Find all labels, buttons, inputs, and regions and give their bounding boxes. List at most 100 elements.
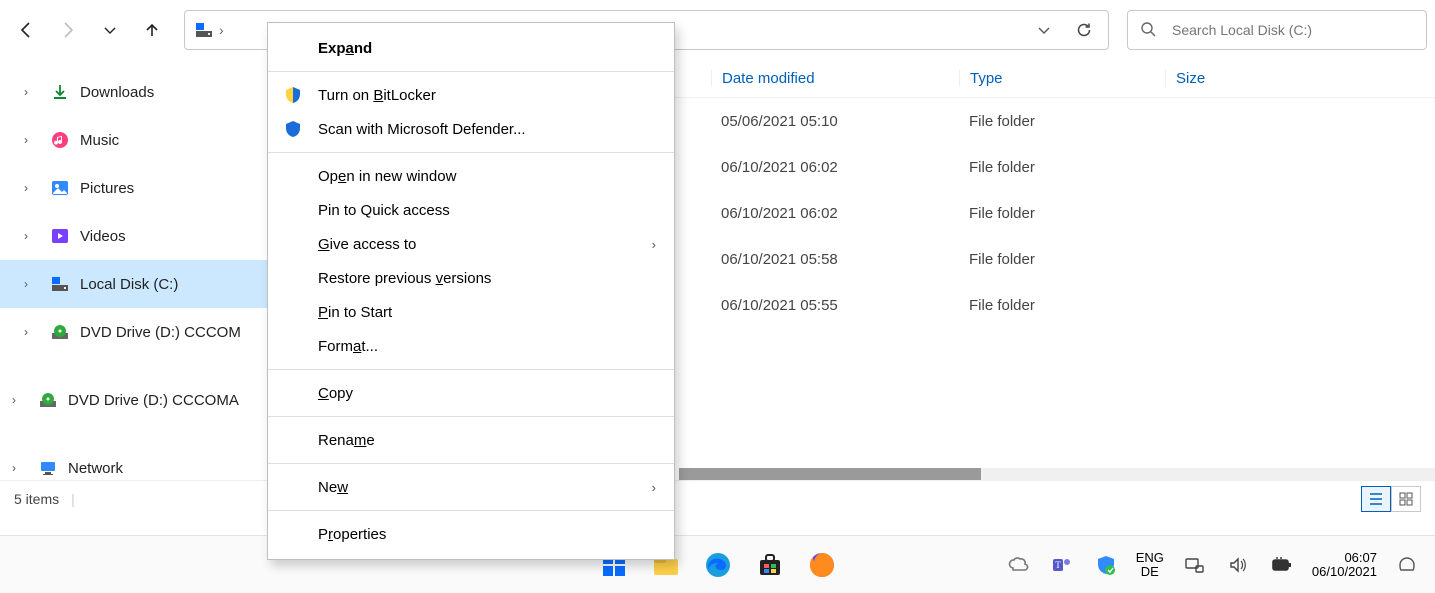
notifications-tray-icon[interactable] xyxy=(1393,551,1421,579)
ctx-defender[interactable]: Scan with Microsoft Defender... xyxy=(268,112,674,146)
search-box[interactable] xyxy=(1127,10,1427,50)
column-header-label: Size xyxy=(1176,70,1205,87)
ctx-format[interactable]: Format... xyxy=(268,329,674,363)
sidebar-item-music[interactable]: › Music xyxy=(0,116,270,164)
drive-icon xyxy=(50,275,70,293)
sidebar-item-label: DVD Drive (D:) CCCOM xyxy=(80,324,241,341)
chevron-right-icon: › xyxy=(24,277,40,291)
up-button[interactable] xyxy=(134,12,170,48)
pictures-icon xyxy=(50,179,70,197)
cell-type: File folder xyxy=(959,113,1165,130)
ctx-give-access-to[interactable]: Give access to › xyxy=(268,227,674,261)
sidebar-item-label: Network xyxy=(68,460,123,477)
search-input[interactable] xyxy=(1170,21,1414,39)
cell-type: File folder xyxy=(959,251,1165,268)
language-indicator[interactable]: ENG DE xyxy=(1136,551,1164,578)
videos-icon xyxy=(50,227,70,245)
cell-date: 05/06/2021 05:10 xyxy=(711,113,959,130)
ctx-label: Restore previous versions xyxy=(318,270,491,287)
sidebar-item-dvd-drive-root[interactable]: › DVD Drive (D:) CCCOMA xyxy=(0,376,270,424)
ctx-label: Open in new window xyxy=(318,168,456,185)
chevron-right-icon: › xyxy=(24,133,40,147)
cell-date: 06/10/2021 05:55 xyxy=(711,297,959,314)
column-header-type[interactable]: Type xyxy=(959,70,1165,87)
ctx-label: Pin to Start xyxy=(318,304,392,321)
chevron-right-icon: › xyxy=(24,229,40,243)
horizontal-scrollbar[interactable] xyxy=(679,468,1435,480)
ctx-pin-to-start[interactable]: Pin to Start xyxy=(268,295,674,329)
chevron-right-icon: › xyxy=(12,461,28,475)
column-header-label: Type xyxy=(970,70,1003,87)
cell-type: File folder xyxy=(959,159,1165,176)
sidebar-item-videos[interactable]: › Videos xyxy=(0,212,270,260)
ctx-expand[interactable]: Expand xyxy=(268,31,674,65)
ctx-bitlocker[interactable]: Turn on BitLocker xyxy=(268,78,674,112)
store-app[interactable] xyxy=(756,551,784,579)
breadcrumb-sep-icon: › xyxy=(219,22,224,38)
firefox-app[interactable] xyxy=(808,551,836,579)
ctx-label: Turn on BitLocker xyxy=(318,87,436,104)
sidebar-item-network[interactable]: › Network xyxy=(0,444,270,492)
submenu-chevron-icon: › xyxy=(652,480,656,495)
details-view-button[interactable] xyxy=(1361,486,1391,512)
sidebar-item-pictures[interactable]: › Pictures xyxy=(0,164,270,212)
bitlocker-icon xyxy=(282,86,304,104)
ctx-label: Give access to xyxy=(318,236,416,253)
clock-time: 06:07 xyxy=(1312,551,1377,565)
ctx-copy[interactable]: Copy xyxy=(268,376,674,410)
sidebar-item-label: Music xyxy=(80,132,119,149)
onedrive-tray-icon[interactable] xyxy=(1004,551,1032,579)
cell-date: 06/10/2021 06:02 xyxy=(711,205,959,222)
ctx-restore-versions[interactable]: Restore previous versions xyxy=(268,261,674,295)
sidebar-item-downloads[interactable]: › Downloads xyxy=(0,68,270,116)
nav-tree: › Downloads › Music › Pictures › Vid xyxy=(0,60,270,480)
chevron-right-icon: › xyxy=(24,325,40,339)
cell-type: File folder xyxy=(959,297,1165,314)
column-header-size[interactable]: Size xyxy=(1165,70,1435,87)
sidebar-item-label: Downloads xyxy=(80,84,154,101)
svg-text:T: T xyxy=(1055,560,1061,570)
column-header-label: Date modified xyxy=(722,70,815,87)
network-tray-icon[interactable] xyxy=(1180,551,1208,579)
sidebar-spacer xyxy=(0,356,270,376)
ctx-label: Properties xyxy=(318,526,386,543)
ctx-label: Expand xyxy=(318,40,372,57)
teams-tray-icon[interactable]: T xyxy=(1048,551,1076,579)
ctx-separator xyxy=(268,416,674,417)
submenu-chevron-icon: › xyxy=(652,237,656,252)
column-header-date[interactable]: Date modified xyxy=(711,70,959,87)
sidebar-item-label: DVD Drive (D:) CCCOMA xyxy=(68,392,239,409)
ctx-label: New xyxy=(318,479,348,496)
recent-locations-button[interactable] xyxy=(92,12,128,48)
sidebar-item-label: Local Disk (C:) xyxy=(80,276,178,293)
ctx-pin-quick-access[interactable]: Pin to Quick access xyxy=(268,193,674,227)
ctx-rename[interactable]: Rename xyxy=(268,423,674,457)
scrollbar-thumb[interactable] xyxy=(679,468,981,480)
ctx-label: Rename xyxy=(318,432,375,449)
clock[interactable]: 06:07 06/10/2021 xyxy=(1312,551,1377,578)
sidebar-spacer xyxy=(0,424,270,444)
cell-date: 06/10/2021 06:02 xyxy=(711,159,959,176)
ctx-label: Pin to Quick access xyxy=(318,202,450,219)
search-icon xyxy=(1140,21,1156,40)
ctx-open-new-window[interactable]: Open in new window xyxy=(268,159,674,193)
volume-tray-icon[interactable] xyxy=(1224,551,1252,579)
sidebar-item-label: Pictures xyxy=(80,180,134,197)
clock-date: 06/10/2021 xyxy=(1312,565,1377,579)
back-button[interactable] xyxy=(8,12,44,48)
edge-app[interactable] xyxy=(704,551,732,579)
security-tray-icon[interactable] xyxy=(1092,551,1120,579)
ctx-separator xyxy=(268,369,674,370)
thumbnails-view-button[interactable] xyxy=(1391,486,1421,512)
ctx-properties[interactable]: Properties xyxy=(268,517,674,551)
forward-button[interactable] xyxy=(50,12,86,48)
lang-line1: ENG xyxy=(1136,551,1164,565)
sidebar-item-dvd-drive[interactable]: › DVD Drive (D:) CCCOM xyxy=(0,308,270,356)
chevron-right-icon: › xyxy=(24,181,40,195)
sidebar-item-local-disk-c[interactable]: › Local Disk (C:) xyxy=(0,260,270,308)
power-tray-icon[interactable] xyxy=(1268,551,1296,579)
ctx-new[interactable]: New › xyxy=(268,470,674,504)
refresh-button[interactable] xyxy=(1066,12,1102,48)
address-dropdown-button[interactable] xyxy=(1026,12,1062,48)
dvd-icon xyxy=(38,391,58,409)
